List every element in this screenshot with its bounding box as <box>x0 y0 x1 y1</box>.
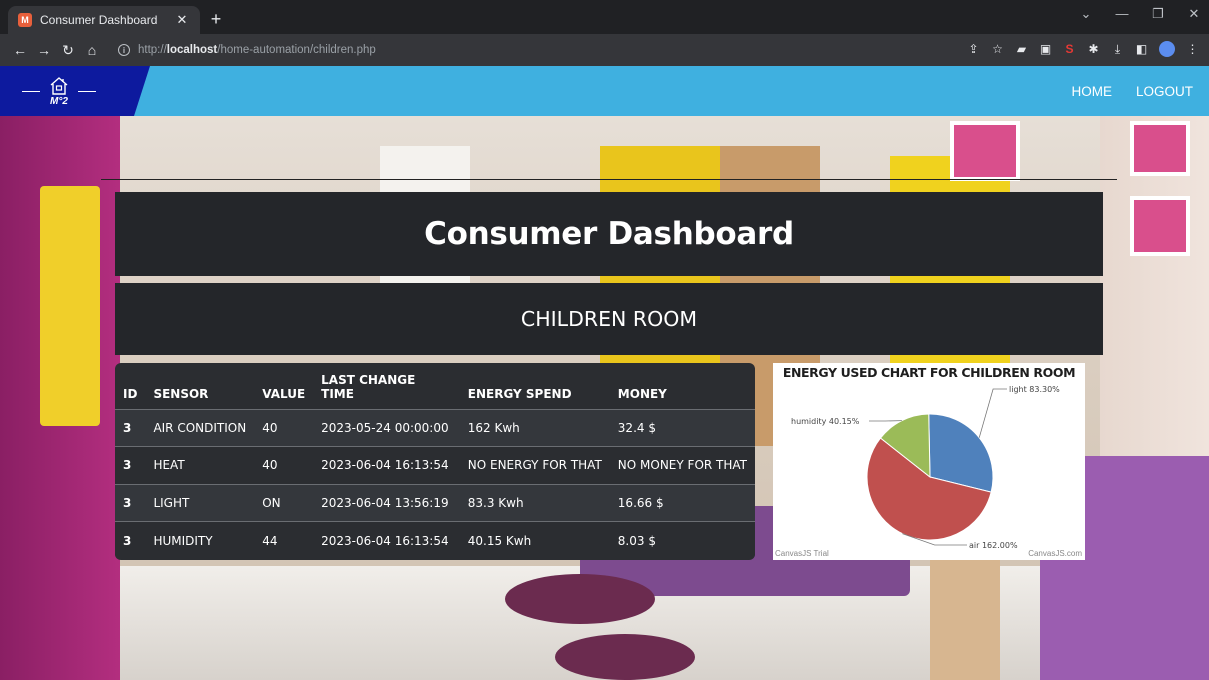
url-field[interactable]: i http://localhost/home-automation/child… <box>112 38 947 62</box>
cell-energy-spend: 40.15 Kwh <box>467 533 532 548</box>
logo-text: M°2 <box>50 96 68 107</box>
pie-label: light 83.30% <box>1009 385 1060 394</box>
room-title: CHILDREN ROOM <box>520 307 698 331</box>
energy-pie-chart: light 83.30% air 162.00% humidity 40.15% E… <box>773 363 1085 560</box>
table-row: 3 AIR CONDITION 40 2023-05-24 00:00:00 1… <box>115 409 755 447</box>
tab-search-icon[interactable]: ⌄ <box>1079 6 1093 22</box>
favicon-icon: M <box>18 13 32 27</box>
nav-links: HOME LOGOUT <box>1071 66 1193 116</box>
cell-last-change-time: 2023-06-04 16:13:54 <box>321 458 449 473</box>
chart-credit-right: CanvasJS.com <box>1028 549 1082 558</box>
background-rug <box>555 634 695 680</box>
minimize-icon[interactable]: — <box>1115 6 1129 22</box>
pie-label: humidity 40.15% <box>791 417 860 426</box>
page-viewport: M°2 HOME LOGOUT Consumer Dashboard CHILD… <box>0 66 1209 680</box>
browser-tab[interactable]: M Consumer Dashboard ✕ <box>8 6 200 34</box>
background-shelf <box>40 186 100 426</box>
site-info-icon[interactable]: i <box>118 44 130 56</box>
cell-id: 3 <box>123 495 132 510</box>
background-picture <box>1130 196 1190 256</box>
top-navbar: M°2 HOME LOGOUT <box>0 66 1209 116</box>
sensor-table: ID SENSOR VALUE LAST CHANGE TIME ENERGY … <box>115 363 755 560</box>
column-header-id: ID <box>123 386 138 401</box>
close-tab-icon[interactable]: ✕ <box>174 12 190 28</box>
pie-label: air 162.00% <box>969 541 1018 550</box>
forward-icon[interactable]: → <box>32 42 56 58</box>
new-tab-icon[interactable]: + <box>206 9 226 29</box>
logo-mark: M°2 <box>44 71 74 111</box>
cell-sensor: AIR CONDITION <box>153 420 247 435</box>
side-panel-icon[interactable]: ◧ <box>1135 42 1148 56</box>
background-picture <box>1130 121 1190 176</box>
cell-id: 3 <box>123 533 132 548</box>
logo-line <box>22 90 40 92</box>
cell-energy-spend: 162 Kwh <box>467 420 520 435</box>
restore-icon[interactable]: ❐ <box>1151 6 1165 22</box>
pie-leader-line <box>978 388 1007 438</box>
cell-energy-spend: NO ENERGY FOR THAT <box>467 458 602 473</box>
column-header-money: MONEY <box>617 386 667 401</box>
cell-value: 40 <box>262 420 278 435</box>
url-text: http://localhost/home-automation/childre… <box>138 44 376 56</box>
dashboard-title-panel: Consumer Dashboard <box>115 192 1103 276</box>
background-rug <box>505 574 655 624</box>
table-row: 3 HUMIDITY 44 2023-06-04 16:13:54 40.15 … <box>115 521 755 559</box>
cell-sensor: HUMIDITY <box>153 533 213 548</box>
puzzle-icon[interactable]: ✱ <box>1087 42 1100 56</box>
logo-line <box>78 90 96 92</box>
page-title: Consumer Dashboard <box>424 216 794 252</box>
tab-title: Consumer Dashboard <box>40 13 158 27</box>
chart-title: ENERGY USED CHART FOR CHILDREN ROOM <box>782 365 1076 380</box>
back-icon[interactable]: ← <box>8 42 32 58</box>
cell-money: 16.66 $ <box>617 495 664 510</box>
home-icon[interactable]: ⌂ <box>80 42 104 58</box>
profile-avatar-icon[interactable] <box>1159 41 1175 57</box>
divider <box>101 179 1117 180</box>
menu-kebab-icon[interactable]: ⋮ <box>1186 42 1199 56</box>
extension-icon[interactable]: ▣ <box>1039 42 1052 56</box>
cell-value: ON <box>262 495 281 510</box>
window-controls: ⌄ — ❐ ✕ <box>1079 6 1201 22</box>
column-header-value: VALUE <box>262 386 306 401</box>
cell-id: 3 <box>123 420 132 435</box>
cell-id: 3 <box>123 458 132 473</box>
table-row: 3 LIGHT ON 2023-06-04 13:56:19 83.3 Kwh … <box>115 484 755 522</box>
cell-value: 40 <box>262 458 278 473</box>
cell-sensor: LIGHT <box>153 495 190 510</box>
pie-chart-svg: light 83.30% air 162.00% humidity 40.15% <box>791 385 1060 550</box>
cell-sensor: HEAT <box>153 458 185 473</box>
cell-energy-spend: 83.3 Kwh <box>467 495 524 510</box>
room-title-panel: CHILDREN ROOM <box>115 283 1103 355</box>
browser-tab-strip: M Consumer Dashboard ✕ + ⌄ — ❐ ✕ <box>0 0 1209 34</box>
toolbar-icons: ⇪ ☆ ▰ ▣ S ✱ ⤓ ◧ ⋮ <box>967 41 1199 57</box>
cell-last-change-time: 2023-06-04 16:13:54 <box>321 533 449 548</box>
cell-value: 44 <box>262 533 278 548</box>
share-icon[interactable]: ⇪ <box>967 42 980 56</box>
download-icon[interactable]: ⤓ <box>1111 42 1124 56</box>
reload-icon[interactable]: ↻ <box>56 42 80 59</box>
cell-money: 8.03 $ <box>617 533 656 548</box>
bookmark-star-icon[interactable]: ☆ <box>991 42 1004 56</box>
extension-icon[interactable]: ▰ <box>1015 42 1028 56</box>
background-picture <box>950 121 1020 181</box>
cell-last-change-time: 2023-06-04 13:56:19 <box>321 495 449 510</box>
column-header-last-change-time: LAST CHANGE TIME <box>321 372 416 401</box>
house-icon <box>50 77 68 95</box>
cell-money: 32.4 $ <box>617 420 656 435</box>
table-header-row: ID SENSOR VALUE LAST CHANGE TIME ENERGY … <box>115 363 755 409</box>
close-window-icon[interactable]: ✕ <box>1187 6 1201 22</box>
nav-logout-link[interactable]: LOGOUT <box>1136 84 1193 99</box>
table-row: 3 HEAT 40 2023-06-04 16:13:54 NO ENERGY … <box>115 446 755 484</box>
column-header-energy-spend: ENERGY SPEND <box>467 386 572 401</box>
cell-last-change-time: 2023-05-24 00:00:00 <box>321 420 449 435</box>
column-header-sensor: SENSOR <box>153 386 209 401</box>
extension-s-icon[interactable]: S <box>1063 42 1076 56</box>
cell-money: NO MONEY FOR THAT <box>617 458 747 473</box>
nav-home-link[interactable]: HOME <box>1071 84 1112 99</box>
address-bar: ← → ↻ ⌂ i http://localhost/home-automati… <box>0 34 1209 66</box>
chart-credit-left: CanvasJS Trial <box>775 549 829 558</box>
site-logo[interactable]: M°2 <box>0 66 150 116</box>
